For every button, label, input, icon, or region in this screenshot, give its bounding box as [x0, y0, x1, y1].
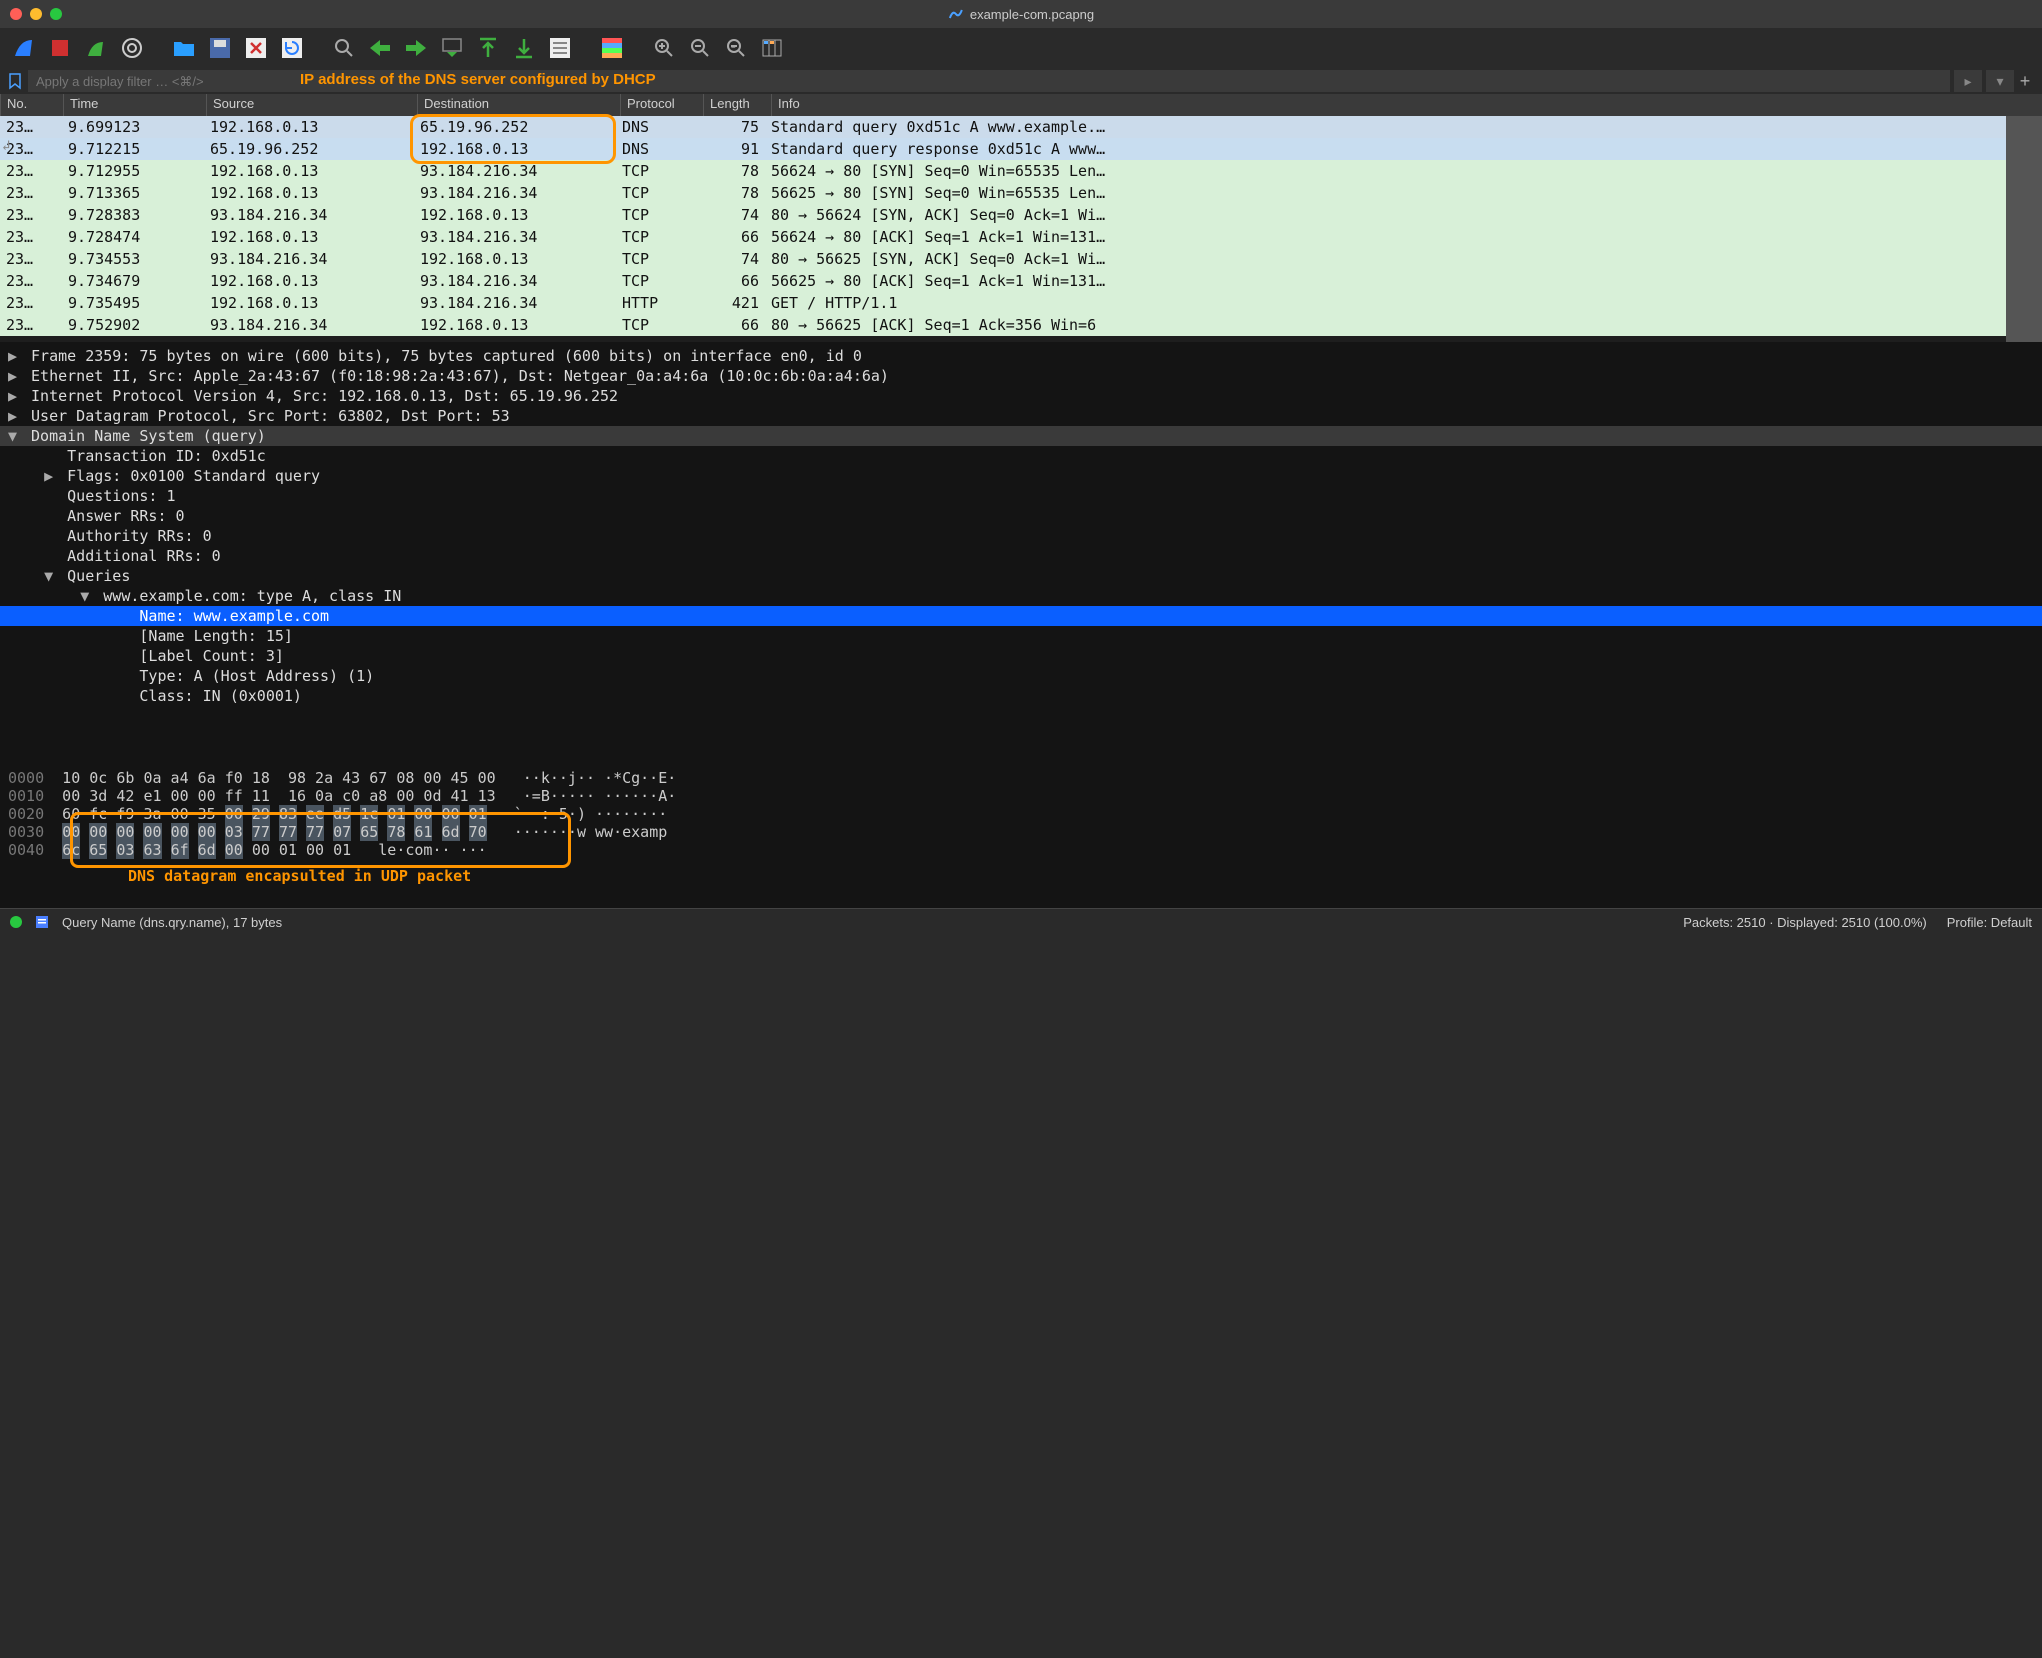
tree-row[interactable]: ▶ Ethernet II, Src: Apple_2a:43:67 (f0:1…	[0, 366, 2042, 386]
tree-row[interactable]: ▼ Domain Name System (query)	[0, 426, 2042, 446]
go-forward-icon[interactable]	[400, 32, 432, 64]
find-packet-icon[interactable]	[328, 32, 360, 64]
expert-info-icon[interactable]	[10, 916, 22, 928]
tree-row[interactable]: Transaction ID: 0xd51c	[0, 446, 2042, 466]
apply-filter-icon[interactable]: ▸	[1954, 70, 1982, 92]
tree-row[interactable]: ▶ Flags: 0x0100 Standard query	[0, 466, 2042, 486]
tree-row[interactable]: [Label Count: 3]	[0, 646, 2042, 666]
packet-list-pane[interactable]: No. Time Source Destination Protocol Len…	[0, 94, 2042, 342]
packet-bytes-pane[interactable]: 0000 10 0c 6b 0a a4 6a f0 18 98 2a 43 67…	[0, 765, 2042, 908]
resize-columns-icon[interactable]	[756, 32, 788, 64]
tree-row[interactable]: ▶ User Datagram Protocol, Src Port: 6380…	[0, 406, 2042, 426]
zoom-window[interactable]	[50, 8, 62, 20]
tree-row[interactable]: Additional RRs: 0	[0, 546, 2042, 566]
packet-row[interactable]: 23…9.712955192.168.0.1393.184.216.34TCP7…	[0, 160, 2042, 182]
zoom-out-icon[interactable]	[684, 32, 716, 64]
status-packet-count: Packets: 2510 · Displayed: 2510 (100.0%)	[1683, 915, 1927, 930]
hex-row[interactable]: 0040 6c 65 03 63 6f 6d 00 00 01 00 01 le…	[8, 841, 2034, 859]
col-length[interactable]: Length	[703, 94, 771, 116]
tree-row[interactable]: Type: A (Host Address) (1)	[0, 666, 2042, 686]
open-file-icon[interactable]	[168, 32, 200, 64]
packet-row[interactable]: 23…9.699123192.168.0.1365.19.96.252DNS75…	[0, 116, 2042, 138]
edit-notes-icon[interactable]	[34, 914, 50, 930]
packet-minimap[interactable]	[2006, 116, 2042, 342]
col-time[interactable]: Time	[63, 94, 206, 116]
reload-file-icon[interactable]	[276, 32, 308, 64]
packet-row[interactable]: 23…9.71221565.19.96.252192.168.0.13DNS91…	[0, 138, 2042, 160]
go-to-packet-icon[interactable]	[436, 32, 468, 64]
titlebar: example-com.pcapng	[0, 0, 2042, 28]
packet-row[interactable]: 23…9.75290293.184.216.34192.168.0.13TCP6…	[0, 314, 2042, 336]
restart-capture-icon[interactable]	[80, 32, 112, 64]
wireshark-title-icon	[948, 6, 964, 22]
filter-dropdown-icon[interactable]: ▾	[1986, 70, 2014, 92]
tree-row[interactable]: ▼ www.example.com: type A, class IN	[0, 586, 2042, 606]
hex-row[interactable]: 0020 60 fc f9 3a 00 35 00 29 83 ee d5 1c…	[8, 805, 2034, 823]
col-source[interactable]: Source	[206, 94, 417, 116]
hex-row[interactable]: 0030 00 00 00 00 00 00 03 77 77 77 07 65…	[8, 823, 2034, 841]
bookmark-filter-icon[interactable]	[6, 72, 24, 90]
svg-text:=: =	[731, 42, 736, 51]
zoom-in-icon[interactable]	[648, 32, 680, 64]
main-toolbar: =	[0, 28, 2042, 68]
annotation-udp: DNS datagram encapsulted in UDP packet	[8, 859, 2034, 885]
colorize-icon[interactable]	[596, 32, 628, 64]
stop-capture-icon[interactable]	[44, 32, 76, 64]
zoom-reset-icon[interactable]: =	[720, 32, 752, 64]
status-field-info: Query Name (dns.qry.name), 17 bytes	[62, 915, 282, 930]
col-destination[interactable]: Destination	[417, 94, 620, 116]
tree-row[interactable]: Authority RRs: 0	[0, 526, 2042, 546]
tree-row[interactable]: Answer RRs: 0	[0, 506, 2042, 526]
col-no[interactable]: No.	[0, 94, 63, 116]
close-file-icon[interactable]	[240, 32, 272, 64]
filter-toolbar: ▸ ▾ + IP address of the DNS server confi…	[0, 68, 2042, 94]
hex-row[interactable]: 0000 10 0c 6b 0a a4 6a f0 18 98 2a 43 67…	[8, 769, 2034, 787]
go-first-icon[interactable]	[472, 32, 504, 64]
packet-details-pane[interactable]: ▶ Frame 2359: 75 bytes on wire (600 bits…	[0, 342, 2042, 765]
tree-row[interactable]: Questions: 1	[0, 486, 2042, 506]
tree-row[interactable]: [Name Length: 15]	[0, 626, 2042, 646]
minimize-window[interactable]	[30, 8, 42, 20]
hex-row[interactable]: 0010 00 3d 42 e1 00 00 ff 11 16 0a c0 a8…	[8, 787, 2034, 805]
window-title: example-com.pcapng	[970, 7, 1094, 22]
packet-row[interactable]: 23…9.73455393.184.216.34192.168.0.13TCP7…	[0, 248, 2042, 270]
shark-fin-icon[interactable]	[8, 32, 40, 64]
packet-row[interactable]: 23…9.713365192.168.0.1393.184.216.34TCP7…	[0, 182, 2042, 204]
auto-scroll-icon[interactable]	[544, 32, 576, 64]
tree-row[interactable]: Class: IN (0x0001)	[0, 686, 2042, 706]
packet-row[interactable]: 23…9.728474192.168.0.1393.184.216.34TCP6…	[0, 226, 2042, 248]
tree-row[interactable]: ▼ Queries	[0, 566, 2042, 586]
capture-options-icon[interactable]	[116, 32, 148, 64]
status-profile[interactable]: Profile: Default	[1947, 915, 2032, 930]
go-back-icon[interactable]	[364, 32, 396, 64]
annotation-dns-server: IP address of the DNS server configured …	[300, 71, 656, 88]
col-protocol[interactable]: Protocol	[620, 94, 703, 116]
status-bar: Query Name (dns.qry.name), 17 bytes Pack…	[0, 908, 2042, 935]
add-filter-button[interactable]: +	[2014, 70, 2036, 92]
save-file-icon[interactable]	[204, 32, 236, 64]
packet-row[interactable]: 23…9.72838393.184.216.34192.168.0.13TCP7…	[0, 204, 2042, 226]
col-info[interactable]: Info	[771, 94, 2042, 116]
packet-row[interactable]: 23…9.735495192.168.0.1393.184.216.34HTTP…	[0, 292, 2042, 314]
packet-row[interactable]: 23…9.734679192.168.0.1393.184.216.34TCP6…	[0, 270, 2042, 292]
tree-row[interactable]: ▶ Internet Protocol Version 4, Src: 192.…	[0, 386, 2042, 406]
tree-row[interactable]: Name: www.example.com	[0, 606, 2042, 626]
tree-row[interactable]: ▶ Frame 2359: 75 bytes on wire (600 bits…	[0, 346, 2042, 366]
close-window[interactable]	[10, 8, 22, 20]
go-last-icon[interactable]	[508, 32, 540, 64]
